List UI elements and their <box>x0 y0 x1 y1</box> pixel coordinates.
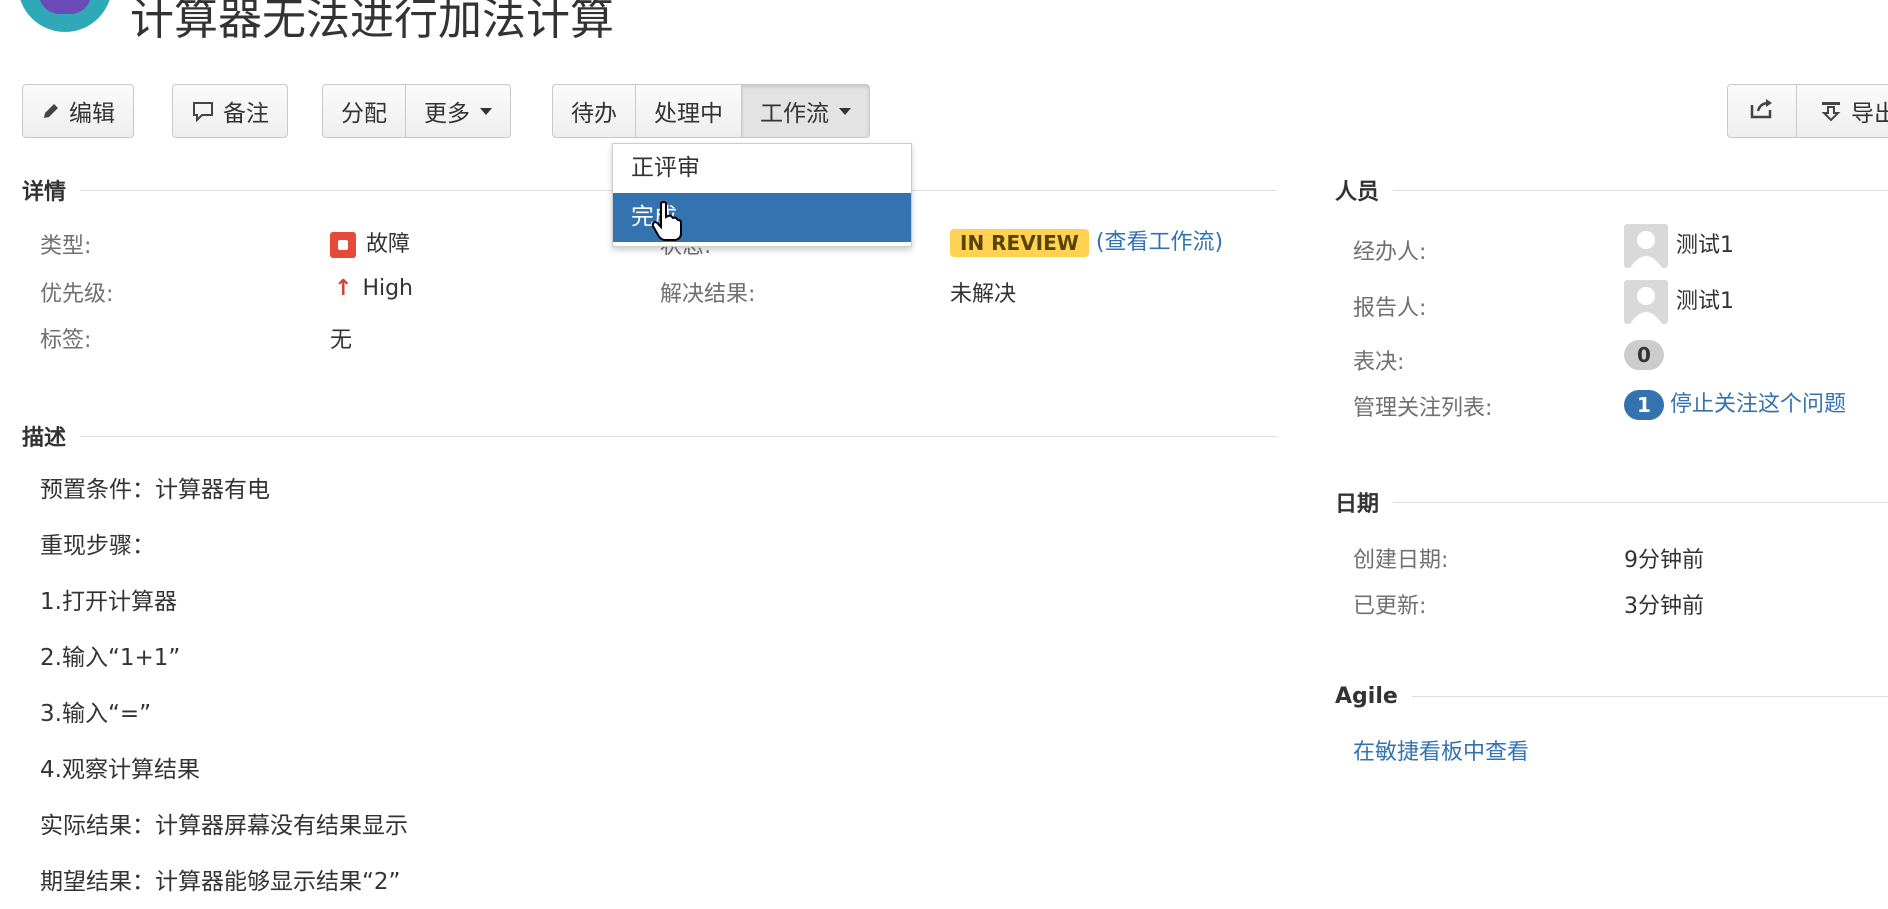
assign-label: 分配 <box>341 101 387 127</box>
created-value: 9分钟前 <box>1624 548 1704 573</box>
avatar <box>1624 224 1668 268</box>
comment-label: 备注 <box>223 101 269 127</box>
reporter-name: 测试1 <box>1676 289 1734 314</box>
watchers-count-badge[interactable]: 1 <box>1624 390 1664 420</box>
priority-value-text: High <box>362 276 414 301</box>
reporter-label: 报告人: <box>1353 296 1427 321</box>
assign-more-group: 分配 更多 <box>322 84 511 138</box>
priority-value: ↑ High <box>334 276 413 301</box>
comment-icon <box>191 99 215 123</box>
details-heading-text: 详情 <box>22 180 67 205</box>
assignee-value[interactable]: 测试1 <box>1624 224 1734 268</box>
priority-label: 优先级: <box>40 282 114 307</box>
workflow-label: 工作流 <box>760 101 829 127</box>
watchers-label: 管理关注列表: <box>1353 396 1493 421</box>
assignee-name: 测试1 <box>1676 233 1734 258</box>
description-heading: 描述 <box>22 420 1277 452</box>
type-value: 故障 <box>330 226 410 258</box>
download-icon <box>1819 99 1843 123</box>
description-line: 2.输入“1+1” <box>40 645 181 671</box>
transition-group: 待办 处理中 工作流 <box>552 84 870 138</box>
in-progress-label: 处理中 <box>654 101 723 127</box>
assign-button[interactable]: 分配 <box>322 84 406 138</box>
status-value: IN REVIEW (查看工作流) <box>950 224 1223 257</box>
more-button[interactable]: 更多 <box>406 84 511 138</box>
votes-value[interactable]: 0 <box>1624 340 1664 370</box>
comment-button[interactable]: 备注 <box>172 84 288 138</box>
description-line: 预置条件：计算器有电 <box>40 477 270 503</box>
in-progress-button[interactable]: 处理中 <box>636 84 742 138</box>
export-label: 导出 <box>1851 101 1888 127</box>
workflow-item-review[interactable]: 正评审 <box>613 144 911 193</box>
people-heading: 人员 <box>1335 174 1888 206</box>
edit-label: 编辑 <box>69 101 115 127</box>
edit-group: 编辑 <box>22 84 134 138</box>
created-label: 创建日期: <box>1353 548 1449 573</box>
description-heading-text: 描述 <box>22 426 67 451</box>
hand-cursor-icon <box>650 200 684 246</box>
dates-heading: 日期 <box>1335 486 1888 518</box>
description-line: 1.打开计算器 <box>40 589 177 615</box>
share-export-group: 导出 <box>1727 84 1888 138</box>
todo-button[interactable]: 待办 <box>552 84 636 138</box>
arrow-up-icon: ↑ <box>334 276 353 301</box>
agile-heading: Agile <box>1335 684 1888 709</box>
share-icon <box>1749 96 1775 126</box>
people-heading-text: 人员 <box>1335 180 1380 205</box>
export-button[interactable]: 导出 <box>1797 84 1888 138</box>
votes-label: 表决: <box>1353 350 1405 375</box>
comment-group: 备注 <box>172 84 288 138</box>
todo-label: 待办 <box>571 101 617 127</box>
chevron-down-icon <box>839 107 851 115</box>
watchers-value: 1 停止关注这个问题 <box>1624 386 1846 420</box>
updated-label: 已更新: <box>1353 594 1427 619</box>
assignee-label: 经办人: <box>1353 240 1427 265</box>
description-line: 重现步骤： <box>40 533 155 559</box>
edit-button[interactable]: 编辑 <box>22 84 134 138</box>
agile-heading-text: Agile <box>1335 684 1398 709</box>
resolution-label: 解决结果: <box>660 282 756 307</box>
description-line: 实际结果：计算器屏幕没有结果显示 <box>40 813 408 839</box>
more-label: 更多 <box>424 101 470 127</box>
issue-title: 计算器无法进行加法计算 <box>130 0 614 45</box>
updated-value: 3分钟前 <box>1624 594 1704 619</box>
chevron-down-icon <box>480 107 492 115</box>
labels-value: 无 <box>330 328 353 353</box>
project-avatar[interactable] <box>18 0 112 32</box>
bug-icon <box>330 232 356 258</box>
agile-board-link[interactable]: 在敏捷看板中查看 <box>1353 734 1529 766</box>
votes-count-badge: 0 <box>1624 340 1664 370</box>
workflow-button[interactable]: 工作流 <box>742 84 870 138</box>
description-line: 3.输入“=” <box>40 701 152 727</box>
share-button[interactable] <box>1727 84 1797 138</box>
description-line: 期望结果：计算器能够显示结果“2” <box>40 869 401 895</box>
type-value-text: 故障 <box>366 232 411 257</box>
avatar <box>1624 280 1668 324</box>
resolution-value: 未解决 <box>950 282 1017 307</box>
view-workflow-link[interactable]: (查看工作流) <box>1096 230 1223 255</box>
reporter-value[interactable]: 测试1 <box>1624 280 1734 324</box>
labels-label: 标签: <box>40 328 92 353</box>
status-badge: IN REVIEW <box>950 229 1089 257</box>
description-line: 4.观察计算结果 <box>40 757 200 783</box>
type-label: 类型: <box>40 234 92 259</box>
pencil-icon <box>41 101 61 121</box>
stop-watching-link[interactable]: 停止关注这个问题 <box>1670 392 1846 417</box>
dates-heading-text: 日期 <box>1335 492 1380 517</box>
